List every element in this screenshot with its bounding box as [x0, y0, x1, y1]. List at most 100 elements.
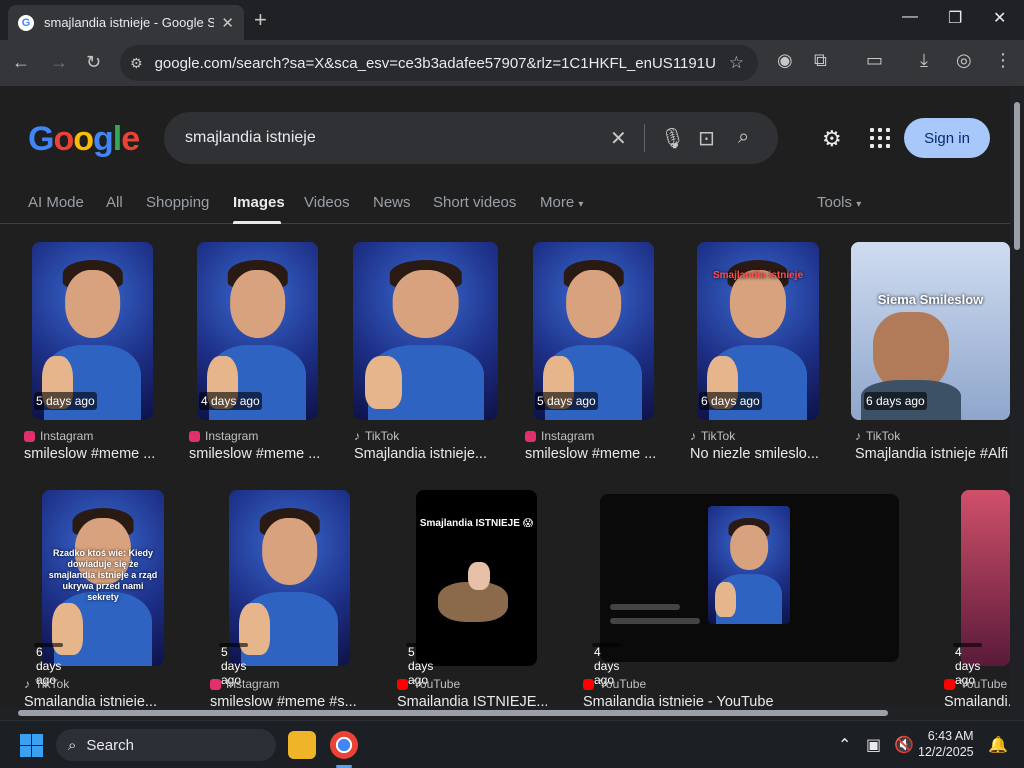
- system-clock[interactable]: 6:43 AM 12/2/2025: [918, 728, 974, 760]
- windows-start-icon[interactable]: [20, 734, 43, 757]
- scrollbar-thumb[interactable]: [18, 710, 888, 716]
- result-caption[interactable]: smileslow #meme #s...: [210, 694, 360, 706]
- result-thumbnail[interactable]: [961, 490, 1010, 666]
- search-box[interactable]: smajlandia istnieje ✕ 🎙 ⊡ ⌕: [164, 112, 778, 164]
- result-caption[interactable]: Smajlandia ISTNIEJE...: [397, 694, 547, 706]
- result-thumbnail[interactable]: Smajlandia ISTNIEJE 😱: [416, 490, 537, 666]
- thumbnail-overlay-text: Smajlandia istnieje: [712, 270, 804, 281]
- close-window-icon[interactable]: ✕: [993, 8, 1006, 28]
- result-source: YouTube: [944, 677, 1007, 691]
- chrome-icon[interactable]: [330, 731, 358, 759]
- result-thumbnail[interactable]: 5 days ago: [32, 242, 153, 420]
- result-thumbnail[interactable]: Smajlandia istnieje 6 days ago: [697, 242, 819, 420]
- scrollbar-thumb[interactable]: [1014, 102, 1020, 250]
- result-thumbnail[interactable]: [353, 242, 498, 420]
- tab-shopping[interactable]: Shopping: [146, 194, 209, 211]
- source-label: Instagram: [226, 677, 280, 691]
- tiktok-icon: ♪: [855, 429, 861, 443]
- thumbnail-overlay-text: Rzadko ktoś wie: Kiedy dowiaduje się że …: [48, 548, 158, 602]
- result-thumbnail[interactable]: [600, 494, 899, 662]
- age-badge: 5 days ago: [535, 392, 598, 410]
- menu-kebab-icon[interactable]: ⋮: [994, 50, 1012, 71]
- result-thumbnail[interactable]: [229, 490, 350, 666]
- cast-icon[interactable]: ▭: [866, 50, 883, 71]
- lens-camera-icon[interactable]: ⊡: [698, 126, 715, 151]
- tab-images[interactable]: Images: [233, 194, 285, 211]
- notifications-icon[interactable]: 🔔: [988, 735, 1008, 755]
- tools-button[interactable]: Tools ▾: [817, 194, 861, 211]
- tab-videos[interactable]: Videos: [304, 194, 350, 211]
- tab-short-videos[interactable]: Short videos: [433, 194, 516, 211]
- reload-icon[interactable]: ↻: [86, 52, 101, 73]
- caret-down-icon: ▾: [578, 199, 584, 210]
- source-label: YouTube: [599, 677, 647, 691]
- result-caption[interactable]: smileslow #meme ...: [189, 446, 329, 462]
- tiktok-icon: ♪: [354, 429, 360, 443]
- result-thumbnail[interactable]: 5 days ago: [533, 242, 654, 420]
- address-bar[interactable]: ⚙ google.com/search?sa=X&sca_esv=ce3b3ad…: [120, 45, 758, 81]
- minimize-icon[interactable]: —: [902, 8, 918, 26]
- result-caption[interactable]: Smajlandia istnieje - YouTube: [583, 694, 783, 706]
- vertical-scrollbar[interactable]: [1010, 86, 1024, 706]
- result-caption[interactable]: Smajlandia istnieje...: [24, 694, 164, 706]
- result-source: Instagram: [210, 677, 279, 691]
- source-label: Instagram: [205, 429, 259, 443]
- source-label: Instagram: [40, 429, 94, 443]
- taskbar-search-label: Search: [86, 736, 134, 754]
- google-favicon-icon: G: [18, 14, 34, 31]
- download-icon[interactable]: ⤓: [920, 50, 928, 71]
- settings-gear-icon[interactable]: ⚙: [822, 126, 842, 152]
- result-source: Instagram: [189, 429, 258, 443]
- result-caption[interactable]: smileslow #meme ...: [24, 446, 164, 462]
- microphone-icon[interactable]: 🎙: [660, 126, 685, 151]
- tab-more[interactable]: More ▾: [540, 194, 583, 211]
- bookmark-star-icon[interactable]: ☆: [729, 53, 744, 73]
- source-label: YouTube: [413, 677, 461, 691]
- browser-tab[interactable]: G smajlandia istnieje - Google Search ✕: [8, 5, 244, 40]
- youtube-icon: [944, 678, 955, 690]
- volume-muted-icon[interactable]: 🔇: [894, 735, 914, 755]
- result-thumbnail[interactable]: Siema Smileslow 6 days ago: [851, 242, 1010, 420]
- close-tab-icon[interactable]: ✕: [221, 14, 234, 32]
- result-caption[interactable]: Smajlandia istnieje #Alfi: [855, 446, 1010, 462]
- result-caption[interactable]: Smajlandi...: [944, 694, 1010, 706]
- tab-ai-mode[interactable]: AI Mode: [28, 194, 84, 211]
- network-icon[interactable]: ▣: [866, 735, 881, 755]
- google-apps-icon[interactable]: [870, 128, 890, 148]
- result-caption[interactable]: Smajlandia istnieje...: [354, 446, 494, 462]
- tools-label: Tools: [817, 194, 853, 211]
- maximize-icon[interactable]: ❐: [948, 8, 962, 28]
- new-tab-icon[interactable]: +: [254, 7, 267, 33]
- result-thumbnail[interactable]: 4 days ago: [197, 242, 318, 420]
- sign-in-button[interactable]: Sign in: [904, 118, 990, 158]
- thumbnail-overlay-text: Smajlandia ISTNIEJE 😱: [419, 518, 534, 529]
- source-label: TikTok: [866, 429, 901, 443]
- site-info-icon[interactable]: ⚙: [130, 55, 143, 72]
- source-label: TikTok: [701, 429, 736, 443]
- age-badge: 5 days ago: [219, 643, 249, 687]
- search-icon[interactable]: ⌕: [738, 126, 749, 149]
- more-label: More: [540, 194, 575, 211]
- clear-icon[interactable]: ✕: [610, 126, 627, 151]
- extension-icon[interactable]: ◉: [777, 50, 793, 71]
- result-source: ♪ TikTok: [354, 429, 399, 443]
- age-badge: 4 days ago: [592, 643, 622, 687]
- forward-icon[interactable]: →: [50, 52, 68, 73]
- tab-all[interactable]: All: [106, 194, 123, 211]
- puzzle-extensions-icon[interactable]: ⧉: [814, 50, 827, 71]
- result-caption[interactable]: smileslow #meme ...: [525, 446, 665, 462]
- back-icon[interactable]: ←: [12, 52, 30, 73]
- file-explorer-icon[interactable]: [288, 731, 316, 759]
- horizontal-scrollbar[interactable]: [0, 706, 1024, 720]
- google-logo[interactable]: Google: [28, 120, 140, 159]
- result-thumbnail[interactable]: Rzadko ktoś wie: Kiedy dowiaduje się że …: [42, 490, 164, 666]
- profile-icon[interactable]: ◎: [956, 50, 972, 71]
- result-caption[interactable]: No niezle smileslo...: [690, 446, 830, 462]
- tab-news[interactable]: News: [373, 194, 411, 211]
- result-source: ♪ TikTok: [690, 429, 735, 443]
- show-hidden-icons-icon[interactable]: ⌃: [838, 735, 851, 755]
- taskbar-search[interactable]: ⌕ Search: [56, 729, 276, 761]
- search-query[interactable]: smajlandia istnieje: [185, 129, 316, 147]
- instagram-icon: [210, 678, 221, 690]
- age-badge: 5 days ago: [406, 643, 436, 687]
